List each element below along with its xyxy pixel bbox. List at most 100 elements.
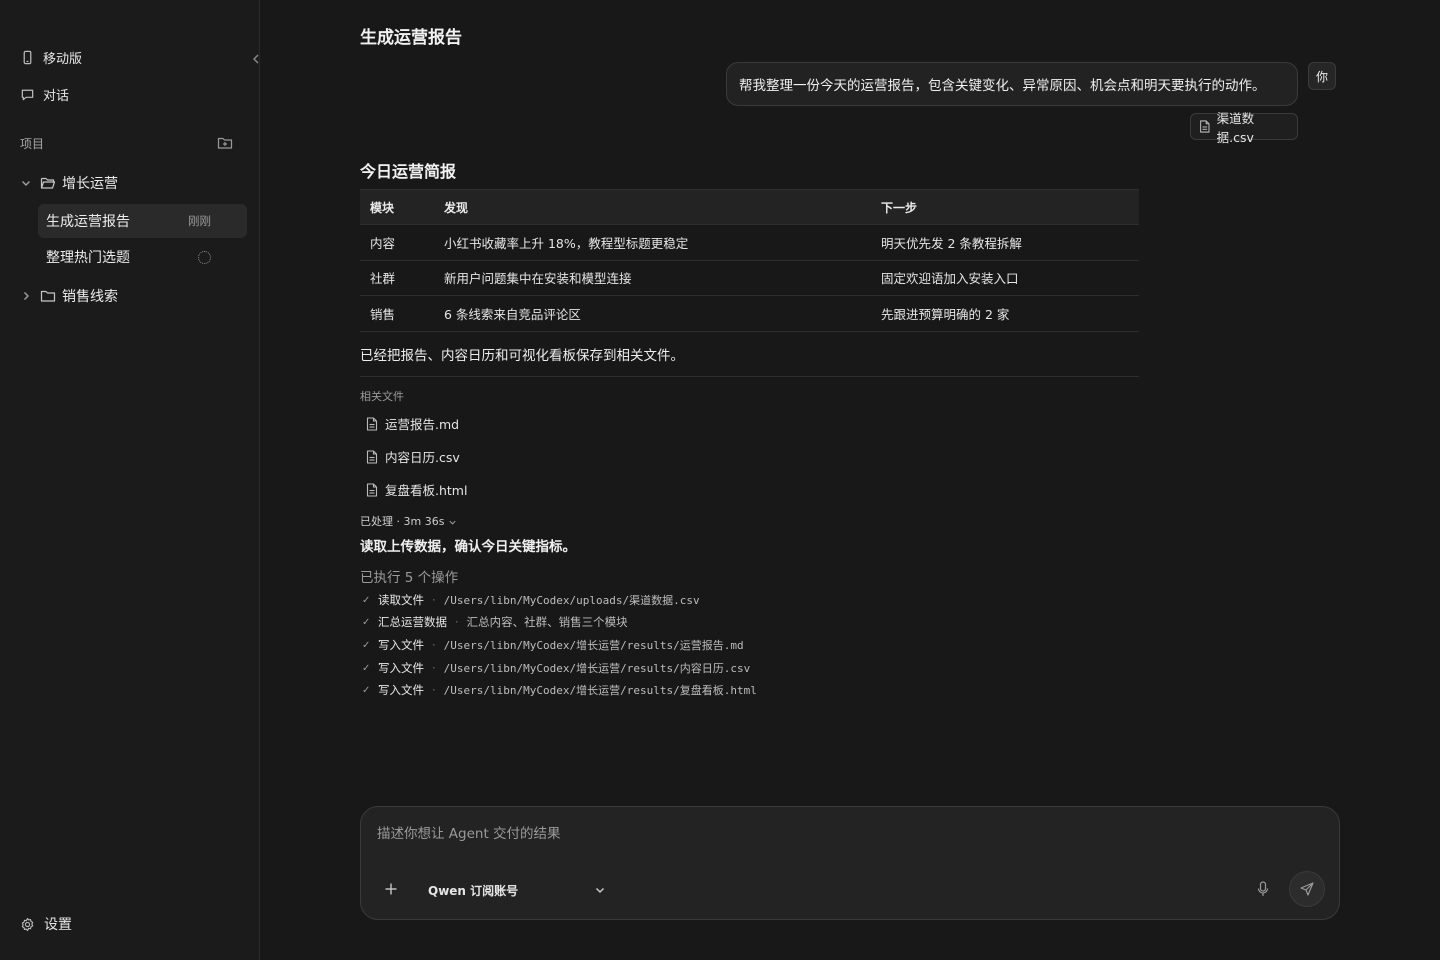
file-icon (366, 482, 378, 497)
chevron-left-icon (253, 54, 259, 64)
table-row: 销售 6 条线索来自竞品评论区 先跟进预算明确的 2 家 (360, 295, 1139, 332)
operation-label: 汇总运营数据 (378, 615, 447, 629)
column-header: 下一步 (871, 189, 1139, 225)
microphone-icon (1257, 881, 1269, 896)
chat-label: 对话 (43, 88, 70, 104)
separator-dot: · (432, 683, 436, 697)
operation-label: 写入文件 (378, 638, 424, 652)
user-message: 帮我整理一份今天的运营报告，包含关键变化、异常原因、机会点和明天要执行的动作。 (726, 62, 1298, 106)
new-project-button[interactable] (217, 135, 233, 151)
user-avatar: 你 (1308, 62, 1336, 90)
phone-icon (23, 50, 32, 64)
processed-label: 已处理 · 3m 36s (360, 515, 445, 528)
loading-spinner-icon (198, 251, 211, 264)
operation-item: ✓ 写入文件 · /Users/libn/MyCodex/增长运营/result… (362, 660, 750, 676)
plus-icon (385, 883, 397, 895)
settings-label: 设置 (44, 917, 72, 933)
operations-heading: 已执行 5 个操作 (360, 570, 459, 586)
table-cell: 先跟进预算明确的 2 家 (871, 295, 1139, 332)
file-link-dashboard[interactable]: 复盘看板.html (366, 480, 467, 499)
project-growth-ops[interactable]: 增长运营 (20, 171, 118, 195)
projects-heading: 项目 (20, 137, 45, 151)
chat-link[interactable]: 对话 (20, 82, 69, 106)
folder-open-icon (40, 177, 56, 189)
file-link-report[interactable]: 运营报告.md (366, 414, 459, 433)
table-cell: 内容 (360, 224, 434, 261)
operation-label: 写入文件 (378, 661, 424, 675)
table-header-row: 模块 发现 下一步 (360, 189, 1139, 225)
task-timestamp: 刚刚 (188, 214, 211, 228)
operation-detail: /Users/libn/MyCodex/增长运营/results/运营报告.md (443, 639, 744, 652)
folder-plus-icon (217, 137, 233, 149)
chevron-right-icon (24, 292, 29, 300)
check-icon: ✓ (362, 594, 371, 606)
operation-detail: /Users/libn/MyCodex/增长运营/results/复盘看板.ht… (443, 684, 757, 697)
file-link-calendar[interactable]: 内容日历.csv (366, 447, 460, 466)
table-row: 社群 新用户问题集中在安装和模型连接 固定欢迎语加入安装入口 (360, 260, 1139, 296)
operation-label: 读取文件 (378, 593, 424, 607)
project-name: 销售线索 (62, 289, 118, 305)
microphone-button[interactable] (1256, 880, 1270, 898)
model-selector[interactable]: Qwen 订阅账号 (428, 881, 606, 899)
check-icon: ✓ (362, 662, 371, 674)
chevron-down-icon (595, 887, 605, 894)
task-organize-topics[interactable]: 整理热门选题 (38, 240, 247, 274)
check-icon: ✓ (362, 639, 371, 651)
send-icon (1300, 882, 1314, 896)
folder-icon (40, 290, 56, 302)
mobile-version-label: 移动版 (43, 51, 83, 67)
column-header: 模块 (360, 189, 434, 225)
chevron-down-icon (449, 520, 457, 525)
project-name: 增长运营 (62, 176, 118, 192)
page-title: 生成运营报告 (360, 28, 462, 48)
separator-dot: · (455, 615, 459, 629)
task-name: 整理热门选题 (46, 250, 130, 266)
operation-detail: /Users/libn/MyCodex/增长运营/results/内容日历.cs… (443, 662, 751, 675)
table-cell: 明天优先发 2 条教程拆解 (871, 224, 1139, 261)
operation-item: ✓ 写入文件 · /Users/libn/MyCodex/增长运营/result… (362, 637, 744, 653)
send-button[interactable] (1289, 871, 1325, 907)
file-icon (366, 449, 378, 464)
file-name: 复盘看板.html (385, 483, 468, 498)
table-cell: 销售 (360, 295, 434, 332)
operation-item: ✓ 读取文件 · /Users/libn/MyCodex/uploads/渠道数… (362, 592, 700, 608)
step-summary: 读取上传数据，确认今日关键指标。 (360, 539, 576, 555)
table-row: 内容 小红书收藏率上升 18%，教程型标题更稳定 明天优先发 2 条教程拆解 (360, 224, 1139, 261)
task-generate-report[interactable]: 生成运营报告 刚刚 (38, 204, 247, 238)
composer: Qwen 订阅账号 (360, 806, 1340, 920)
operation-label: 写入文件 (378, 683, 424, 697)
saved-note: 已经把报告、内容日历和可视化看板保存到相关文件。 (360, 348, 684, 364)
table-cell: 小红书收藏率上升 18%，教程型标题更稳定 (434, 224, 871, 261)
chat-bubble-icon (21, 89, 34, 100)
add-attachment-button[interactable] (383, 881, 399, 897)
check-icon: ✓ (362, 616, 371, 628)
file-name: 内容日历.csv (385, 450, 460, 465)
divider (360, 376, 1139, 377)
check-icon: ✓ (362, 684, 371, 696)
project-sales-leads[interactable]: 销售线索 (20, 284, 118, 308)
model-name: Qwen 订阅账号 (428, 883, 519, 898)
processed-toggle[interactable]: 已处理 · 3m 36s (360, 513, 457, 529)
column-header: 发现 (434, 189, 871, 225)
sidebar: 移动版 对话 项目 增长运营 生成运营报告 刚刚 整理热门选题 销售线索 设置 (0, 0, 260, 960)
separator-dot: · (432, 638, 436, 652)
separator-dot: · (432, 661, 436, 675)
report-title: 今日运营简报 (360, 162, 457, 181)
gear-icon (21, 917, 34, 931)
file-name: 运营报告.md (385, 417, 460, 432)
table-cell: 6 条线索来自竞品评论区 (434, 295, 871, 332)
task-name: 生成运营报告 (46, 214, 130, 230)
file-icon (366, 416, 378, 431)
mobile-version-link[interactable]: 移动版 (20, 45, 82, 69)
prompt-input[interactable] (377, 823, 1317, 845)
collapse-sidebar-button[interactable] (250, 51, 262, 67)
file-icon (1200, 120, 1210, 133)
operation-item: ✓ 写入文件 · /Users/libn/MyCodex/增长运营/result… (362, 682, 757, 698)
attachment-chip[interactable]: 渠道数据.csv (1190, 111, 1298, 145)
settings-button[interactable]: 设置 (20, 914, 72, 934)
report-table: 模块 发现 下一步 内容 小红书收藏率上升 18%，教程型标题更稳定 明天优先发… (360, 189, 1139, 332)
operation-detail: 汇总内容、社群、销售三个模块 (466, 615, 628, 629)
separator-dot: · (432, 593, 436, 607)
table-cell: 新用户问题集中在安装和模型连接 (434, 260, 871, 296)
user-message-text: 帮我整理一份今天的运营报告，包含关键变化、异常原因、机会点和明天要执行的动作。 (739, 78, 1266, 94)
